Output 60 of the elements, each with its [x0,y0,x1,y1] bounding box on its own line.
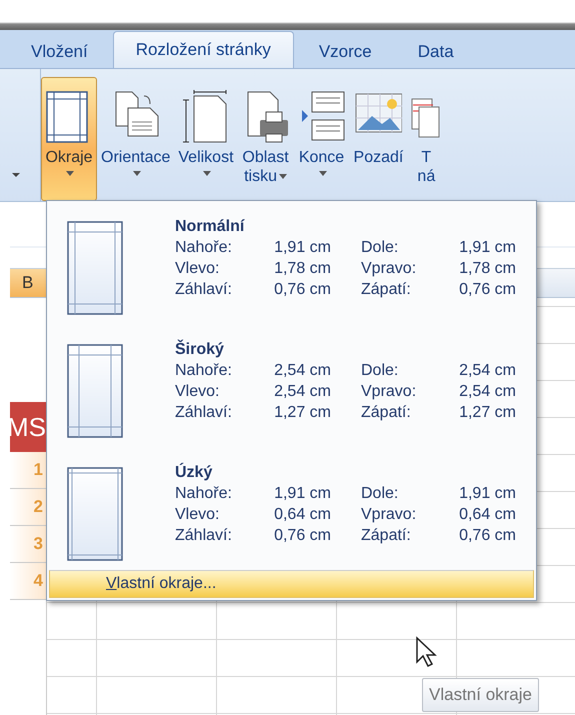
margin-value: 0,76 cm [273,280,331,300]
margin-label: Vpravo: [360,382,418,402]
margin-value: 1,27 cm [273,403,331,423]
margin-label: Vlevo: [175,505,220,525]
ribbon-button[interactable]: T ná [407,77,446,201]
menu-item-title: Úzký [175,463,214,483]
margin-label: Zápatí: [360,403,412,423]
margin-label: Vlevo: [175,382,220,402]
page-preview-icon [67,221,123,315]
margin-value: 1,91 cm [458,484,516,504]
margin-value: 1,91 cm [273,238,331,258]
margin-label: Dole: [360,361,400,381]
margin-label: Nahoře: [175,238,233,258]
menu-item[interactable]: Široký Nahoře: 2,54 cm Dole: 2,54 cm Vlevo: 2,54 cm Vpravo: 2,54 cm Záhlaví: 1,27 cm Zápatí: 1,27 cm [47,324,536,447]
menu-item-title: Široký [175,340,225,360]
margin-value: 0,64 cm [273,505,331,525]
ribbon-button[interactable]: Oblast tisku [238,77,294,201]
menu-item[interactable]: Normální Nahoře: 1,91 cm Dole: 1,91 cm Vlevo: 1,78 cm Vpravo: 1,78 cm Záhlaví: 0,76 cm Zápatí: 0,76 cm [47,201,536,324]
ribbon-button[interactable]: Orientace [97,77,174,201]
margin-value: 0,76 cm [273,526,331,546]
margin-label: Nahoře: [175,484,233,504]
margin-label: Záhlaví: [175,403,233,423]
ribbon-tab[interactable]: Rozložení stránky [112,31,294,68]
cursor-icon [415,636,437,668]
margin-value: 1,78 cm [458,259,516,279]
margin-label: Dole: [360,484,400,504]
ribbon-tab[interactable]: Vložení [10,34,109,68]
margin-label: Nahoře: [175,361,233,381]
margin-value: 1,91 cm [458,238,516,258]
margin-value: 0,76 cm [458,526,516,546]
column-header[interactable]: B [10,269,46,297]
ribbon-tab[interactable]: Vzorce [298,34,393,68]
margin-label: Vpravo: [360,259,418,279]
margin-value: 2,54 cm [273,361,331,381]
margin-value: 2,54 cm [458,361,516,381]
menu-item-title: Normální [175,217,246,237]
margin-value: 2,54 cm [458,382,516,402]
margin-value: 0,76 cm [458,280,516,300]
margin-label: Vlevo: [175,259,220,279]
margin-label: Záhlaví: [175,526,233,546]
page-preview-icon [67,344,123,438]
tooltip: Vlastní okraje [422,678,539,712]
margin-value: 1,91 cm [273,484,331,504]
ribbon-button[interactable]: Okraje [41,77,97,201]
custom-margins-item[interactable]: Vlastní okraje... [49,570,534,598]
margin-value: 1,78 cm [273,259,331,279]
margin-label: Záhlaví: [175,280,233,300]
margin-label: Zápatí: [360,526,412,546]
margin-value: 1,27 cm [458,403,516,423]
ribbon-button[interactable]: Velikost [174,77,238,201]
ribbon-button[interactable]: Pozadí [350,77,408,201]
margin-value: 2,54 cm [273,382,331,402]
margin-label: Dole: [360,238,400,258]
menu-item[interactable]: Úzký Nahoře: 1,91 cm Dole: 1,91 cm Vlevo: 0,64 cm Vpravo: 0,64 cm Záhlaví: 0,76 cm Zápatí: 0,76 cm [47,447,536,570]
margin-label: Vpravo: [360,505,418,525]
ribbon-button[interactable]: Konce [294,77,350,201]
page-preview-icon [67,467,123,561]
margin-label: Zápatí: [360,280,412,300]
margin-value: 0,64 cm [458,505,516,525]
ribbon-tab[interactable]: Data [396,34,475,68]
